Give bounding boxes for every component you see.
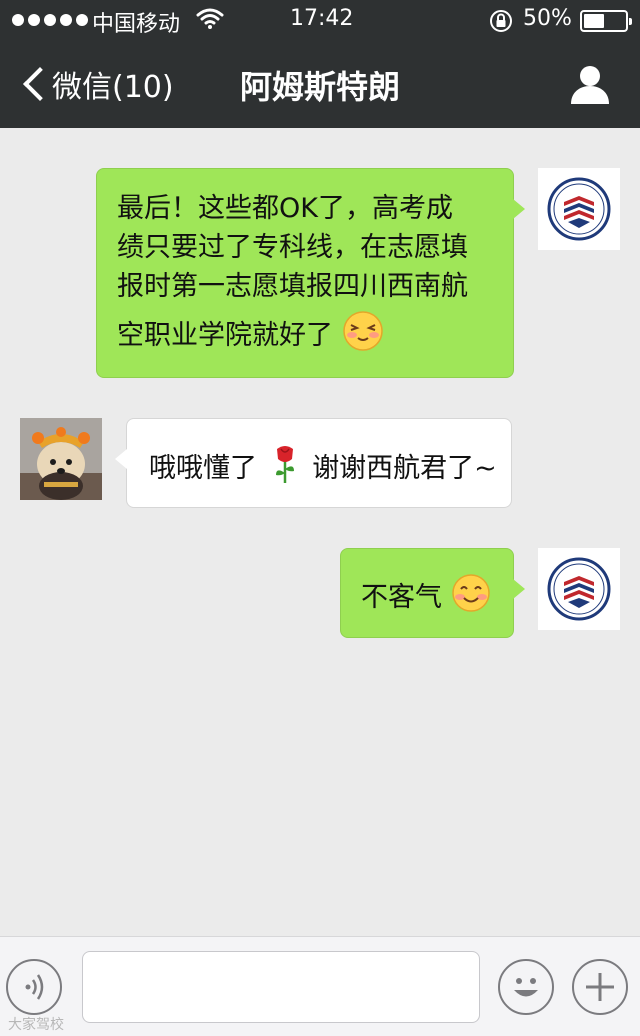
message-bubble-outgoing[interactable]: 不客气 [340,548,525,638]
orientation-lock-icon [488,8,514,40]
message-input[interactable] [82,951,480,1023]
smile-emoji [451,573,491,624]
shy-smile-emoji [342,310,384,363]
signal-strength-icon [12,14,88,26]
message-text: 不客气 [361,582,442,613]
message-line-last: 空职业学院就好了 [117,310,495,363]
battery-percent: 50% [523,6,572,31]
chat-title: 阿姆斯特朗 [239,68,400,106]
message-bubble-incoming[interactable]: 哦哦懂了 谢谢西航君了~ [115,418,512,508]
wifi-icon [196,6,224,36]
nav-bar: 微信(10) 阿姆斯特朗 [0,40,640,128]
school-logo-avatar[interactable] [538,168,620,250]
message-line: 空职业学院就好了 [117,320,333,351]
top-bar: 中国移动 17:42 50% 微信(10) 阿姆斯特朗 [0,0,640,128]
message-line: 绩只要过了专科线，在志愿填 [117,232,468,263]
person-icon[interactable] [568,64,612,104]
school-logo-avatar[interactable] [538,548,620,630]
message-text: 谢谢西航君了~ [312,453,497,484]
carrier-name: 中国移动 [92,12,181,37]
status-time: 17:42 [290,6,354,31]
emoji-face-icon[interactable] [498,959,554,1015]
message-line: 报时第一志愿填报四川西南航 [117,271,468,302]
input-toolbar [0,936,640,1036]
dog-avatar[interactable] [20,418,102,500]
plus-icon[interactable] [572,959,628,1015]
battery-icon [580,10,632,32]
rose-emoji [270,443,300,496]
voice-icon[interactable] [6,959,62,1015]
status-bar: 中国移动 17:42 50% [0,0,640,40]
watermark: 大家驾校 [8,1017,64,1033]
message-text: 哦哦懂了 [149,453,257,484]
message-line: 最后！这些都OK了，高考成 [117,193,453,224]
message-bubble-outgoing[interactable]: 最后！这些都OK了，高考成 绩只要过了专科线，在志愿填 报时第一志愿填报四川西南… [96,168,525,378]
